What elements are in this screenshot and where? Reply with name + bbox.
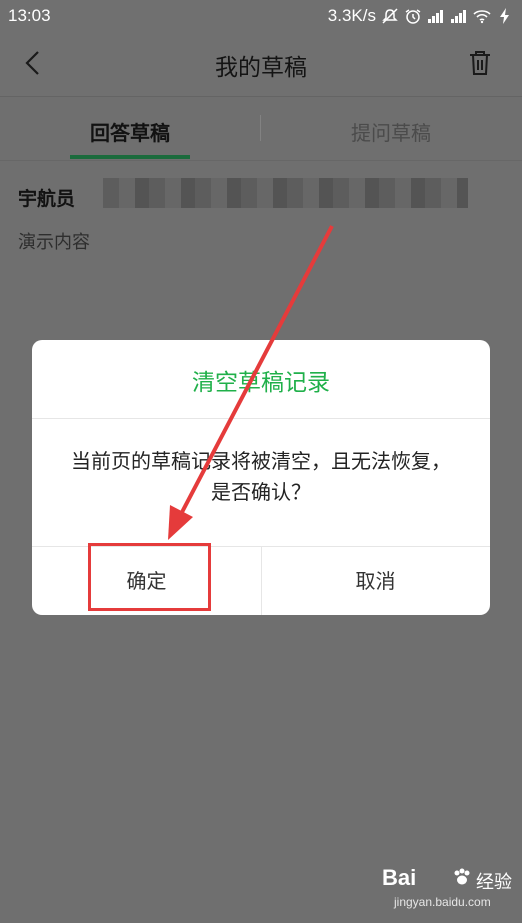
trash-icon[interactable] xyxy=(466,48,494,78)
signal-icon xyxy=(451,10,466,23)
watermark-url: jingyan.baidu.com xyxy=(394,895,491,909)
tab-active-indicator xyxy=(70,155,190,159)
status-bar: 13:03 3.3K/s xyxy=(0,0,522,32)
cancel-button[interactable]: 取消 xyxy=(261,547,490,615)
dialog-message: 当前页的草稿记录将被清空，且无法恢复，是否确认？ xyxy=(71,449,451,504)
nav-bar: 我的草稿 xyxy=(0,32,522,97)
blurred-text xyxy=(103,178,468,208)
alarm-icon xyxy=(405,9,421,24)
status-icons: 3.3K/s xyxy=(328,6,514,26)
tab-answer-drafts[interactable]: 回答草稿 xyxy=(0,97,260,160)
draft-list-item[interactable]: 宇航员 演示内容 xyxy=(18,178,508,258)
draft-content: 演示内容 xyxy=(18,232,90,253)
highlight-box xyxy=(88,543,211,611)
tab-label: 提问草稿 xyxy=(351,121,431,145)
status-time: 13:03 xyxy=(8,6,51,25)
signal-icon xyxy=(428,10,443,23)
tab-question-drafts[interactable]: 提问草稿 xyxy=(261,97,521,160)
wifi-icon xyxy=(473,10,491,24)
page-title: 我的草稿 xyxy=(215,55,307,81)
tab-label: 回答草稿 xyxy=(90,121,170,145)
watermark-brand: 经验 xyxy=(476,872,512,892)
network-speed: 3.3K/s xyxy=(327,6,376,25)
charging-icon xyxy=(500,8,509,24)
draft-title: 宇航员 xyxy=(18,188,76,210)
watermark: Bai 经验 jingyan.baidu.com xyxy=(382,865,512,915)
mute-icon xyxy=(382,8,398,24)
divider xyxy=(32,418,490,419)
tab-bar: 回答草稿 提问草稿 xyxy=(0,97,522,161)
paw-icon xyxy=(454,868,470,885)
watermark-logo: Bai xyxy=(382,865,417,890)
dialog-title: 清空草稿记录 xyxy=(192,370,330,396)
